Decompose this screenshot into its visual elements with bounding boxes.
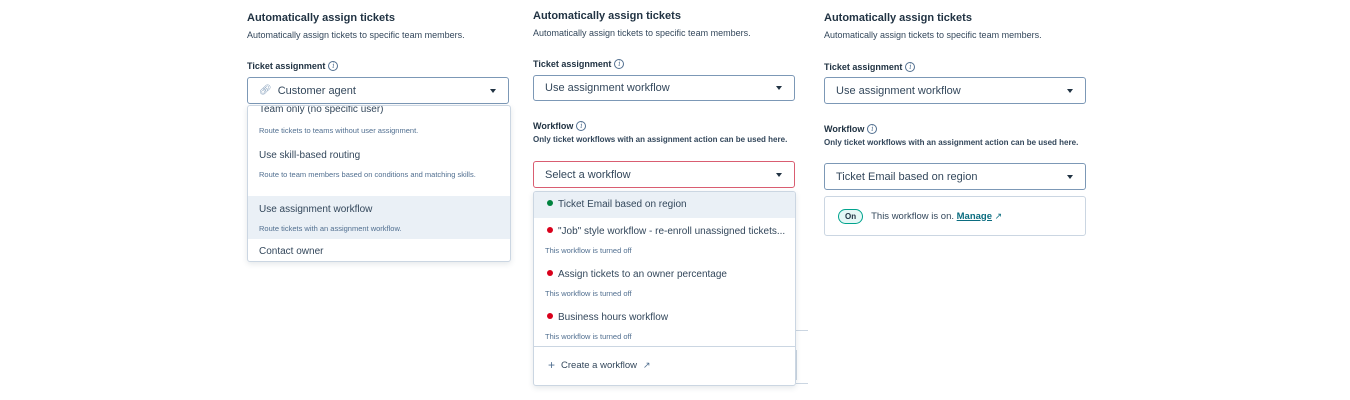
background-divider — [796, 350, 797, 380]
info-icon[interactable]: i — [328, 61, 339, 71]
chevron-down-icon — [776, 172, 782, 177]
workflow-option[interactable]: Business hours workflow This workflow is… — [534, 306, 795, 346]
create-workflow-link[interactable]: + Create a workflow ↗ — [548, 358, 651, 372]
chevron-down-icon — [1067, 88, 1073, 93]
ticket-assignment-select[interactable]: Use assignment workflow — [533, 75, 795, 101]
ticket-assignment-select[interactable]: 🔗︎ Customer agent — [247, 77, 509, 104]
section-heading: Automatically assign tickets — [824, 12, 972, 24]
section-subheading: Automatically assign tickets to specific… — [247, 30, 465, 40]
ticket-assignment-label-text: Ticket assignment — [824, 62, 903, 72]
workflow-option-title: "Job" style workflow - re-enroll unassig… — [547, 226, 785, 237]
workflow-name: Ticket Email based on region — [558, 199, 687, 210]
info-icon[interactable]: i — [576, 121, 587, 131]
chevron-down-icon — [776, 86, 782, 90]
manage-link[interactable]: Manage — [957, 211, 992, 222]
ticket-assignment-select[interactable]: Use assignment workflow — [824, 77, 1086, 104]
info-icon[interactable]: i — [614, 59, 625, 69]
option-title: Team only (no specific user) — [259, 105, 384, 115]
create-workflow-label: Create a workflow — [561, 359, 638, 371]
workflow-option[interactable]: "Job" style workflow - re-enroll unassig… — [534, 220, 795, 262]
background-divider — [796, 330, 808, 331]
option-description: Route tickets to teams without user assi… — [259, 126, 419, 135]
status-badge: On — [838, 208, 864, 224]
section-subheading: Automatically assign tickets to specific… — [824, 30, 1042, 40]
external-link-icon: ↗ — [994, 210, 1003, 221]
ticket-assignment-value: Customer agent — [277, 84, 356, 97]
workflow-name: Business hours workflow — [558, 312, 669, 323]
workflow-option-title: Assign tickets to an owner percentage — [547, 269, 727, 280]
info-icon[interactable]: i — [867, 124, 878, 134]
ticket-assignment-label-text: Ticket assignment — [247, 61, 326, 71]
status-dot-icon — [547, 227, 553, 233]
workflow-option[interactable]: Assign tickets to an owner percentage Th… — [534, 263, 795, 306]
ticket-assignment-value: Use assignment workflow — [545, 82, 670, 94]
section-subheading: Automatically assign tickets to specific… — [533, 28, 751, 38]
option-title: Use assignment workflow — [259, 204, 373, 215]
workflow-select[interactable]: Ticket Email based on region — [824, 163, 1086, 190]
workflow-status-box: On This workflow is on. Manage ↗ — [824, 196, 1086, 236]
workflow-status-note: This workflow is turned off — [545, 332, 632, 341]
chevron-down-icon — [1067, 174, 1073, 179]
info-icon[interactable]: i — [905, 62, 916, 72]
option-title: Contact owner — [259, 246, 324, 257]
workflow-name: Assign tickets to an owner percentage — [558, 269, 727, 280]
status-dot-icon — [547, 270, 553, 276]
workflow-label: Workflow i — [824, 124, 878, 134]
workflow-status-text: This workflow is on. Manage ↗ — [871, 211, 1002, 222]
option-assignment-workflow[interactable]: Use assignment workflow Route tickets wi… — [248, 196, 510, 239]
ticket-assignment-dropdown: Team only (no specific user) Route ticke… — [247, 105, 511, 262]
section-heading: Automatically assign tickets — [247, 12, 395, 24]
workflow-name: "Job" style workflow - re-enroll unassig… — [558, 226, 786, 237]
workflow-option[interactable]: Ticket Email based on region — [534, 192, 795, 218]
section-heading: Automatically assign tickets — [533, 10, 681, 22]
ticket-assignment-label: Ticket assignment i — [533, 59, 625, 69]
workflow-help-text: Only ticket workflows with an assignment… — [824, 138, 1079, 147]
ticket-assignment-value: Use assignment workflow — [836, 84, 961, 97]
plus-icon: + — [548, 358, 556, 372]
status-text: This workflow is on. — [871, 210, 954, 222]
menu-divider — [534, 346, 795, 347]
option-title: Use skill-based routing — [259, 150, 361, 161]
workflow-status-note: This workflow is turned off — [545, 289, 632, 298]
workflow-status-note: This workflow is turned off — [545, 246, 632, 255]
option-skill-based-routing[interactable]: Use skill-based routing Route to team me… — [248, 146, 510, 196]
workflow-help-text: Only ticket workflows with an assignment… — [533, 135, 788, 144]
link-icon: 🔗︎ — [259, 85, 272, 96]
ticket-assignment-label: Ticket assignment i — [247, 61, 339, 71]
workflow-label-text: Workflow — [824, 124, 865, 134]
option-description: Route to team members based on condition… — [259, 170, 476, 179]
status-dot-icon — [547, 200, 553, 206]
workflow-option-title: Business hours workflow — [547, 312, 668, 323]
chevron-down-icon — [490, 88, 496, 93]
status-dot-icon — [547, 313, 553, 319]
ticket-assignment-label-text: Ticket assignment — [533, 59, 612, 69]
option-contact-owner[interactable]: Contact owner — [248, 239, 510, 261]
workflow-label-text: Workflow — [533, 121, 574, 131]
background-divider — [796, 383, 808, 384]
ticket-assignment-label: Ticket assignment i — [824, 62, 916, 72]
workflow-option-title: Ticket Email based on region — [547, 199, 687, 210]
workflow-select[interactable]: Select a workflow — [533, 161, 795, 188]
workflow-label: Workflow i — [533, 121, 587, 131]
option-description: Route tickets with an assignment workflo… — [259, 224, 402, 233]
external-link-icon: ↗ — [643, 359, 651, 370]
workflow-dropdown: Ticket Email based on region "Job" style… — [533, 191, 796, 386]
workflow-value: Ticket Email based on region — [836, 170, 978, 183]
workflow-placeholder: Select a workflow — [545, 168, 631, 181]
option-team-only[interactable]: Team only (no specific user) Route ticke… — [248, 106, 510, 146]
